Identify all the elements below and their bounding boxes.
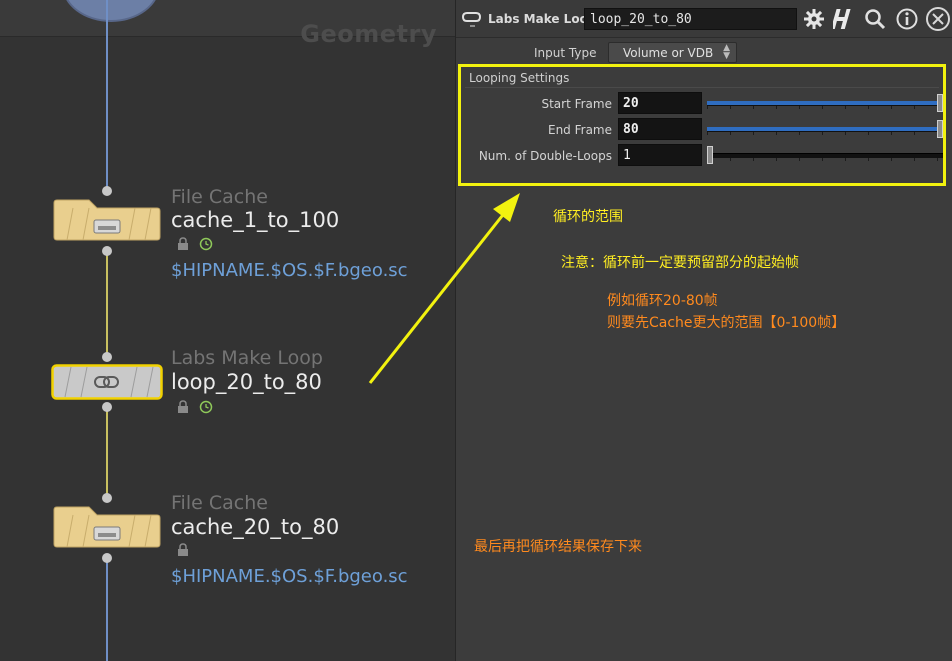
input-type-value: Volume or VDB [623, 46, 714, 60]
node-type-label: File Cache [171, 492, 268, 514]
looping-settings-title[interactable]: Looping Settings [469, 71, 569, 85]
file-cache-node-2[interactable] [53, 506, 161, 548]
disk-icon [93, 219, 121, 234]
start-frame-input[interactable] [618, 92, 702, 114]
wire-top [106, 0, 108, 190]
timedep-clock-icon [199, 400, 213, 414]
wire-loop-to-cache [106, 407, 108, 498]
gear-icon[interactable] [802, 7, 826, 31]
search-icon[interactable] [863, 7, 887, 31]
info-icon[interactable] [895, 7, 919, 31]
wire-bottom [106, 557, 108, 661]
slider-handle[interactable] [937, 120, 943, 138]
houdini-help-icon[interactable] [833, 6, 857, 32]
node-type-label: File Cache [171, 186, 268, 208]
node-name-input[interactable] [584, 8, 797, 30]
slider-handle[interactable] [937, 94, 943, 112]
lock-icon[interactable] [176, 543, 190, 557]
node3-output-port[interactable] [102, 553, 112, 563]
input-type-dropdown[interactable]: Volume or VDB ▲ ▼ [608, 42, 737, 63]
file-path-label: $HIPNAME.$OS.$F.bgeo.sc [171, 260, 408, 281]
divider [465, 87, 939, 88]
double-loops-slider[interactable] [707, 144, 943, 166]
make-loop-node[interactable] [51, 364, 163, 400]
start-frame-slider[interactable] [707, 92, 943, 114]
node2-output-port[interactable] [102, 402, 112, 412]
slider-fill [707, 127, 938, 131]
node-type-label: Labs Make Loop [488, 12, 597, 26]
node-name-label[interactable]: cache_20_to_80 [171, 515, 339, 539]
annotation-loop-range: 循环的范围 [553, 209, 623, 225]
input-type-label: Input Type [534, 46, 597, 60]
node2-input-port[interactable] [102, 352, 112, 362]
end-frame-label: End Frame [547, 123, 612, 137]
network-editor[interactable]: Geometry File Cache cache_1_to_100 $HIPN… [0, 0, 455, 661]
updown-arrow-icon: ▲ ▼ [723, 43, 730, 61]
parameter-header: Labs Make Loop [456, 0, 952, 38]
timedep-clock-icon [199, 237, 213, 251]
annotation-example-2: 则要先Cache更大的范围【0-100帧】 [607, 315, 846, 331]
start-frame-label: Start Frame [541, 97, 612, 111]
loop-icon[interactable] [461, 8, 483, 30]
folder-node-shape [53, 199, 161, 241]
node1-output-port[interactable] [102, 246, 112, 256]
wire-cache-to-loop [106, 250, 108, 356]
lock-icon[interactable] [176, 237, 190, 251]
node3-input-port[interactable] [102, 493, 112, 503]
node-name-label[interactable]: loop_20_to_80 [171, 370, 322, 394]
node-type-label: Labs Make Loop [171, 347, 323, 369]
slider-ticks [707, 132, 943, 135]
node1-input-port[interactable] [102, 186, 112, 196]
slider-handle[interactable] [707, 146, 713, 164]
double-loops-label: Num. of Double-Loops [478, 149, 612, 163]
slider-ticks [707, 106, 943, 109]
end-frame-slider[interactable] [707, 118, 943, 140]
network-context-label: Geometry [300, 20, 437, 48]
file-cache-node-1[interactable] [53, 199, 161, 241]
annotation-example-1: 例如循环20-80帧 [607, 293, 718, 309]
parameter-pane[interactable]: Labs Make Loop In [455, 0, 952, 661]
loop-node-shape [51, 364, 163, 400]
lock-icon[interactable] [176, 400, 190, 414]
annotation-notice: 注意：循环前一定要预留部分的起始帧 [561, 255, 799, 271]
looping-settings-folder: Looping Settings Start Frame End Frame N… [458, 64, 946, 186]
node-name-label[interactable]: cache_1_to_100 [171, 208, 339, 232]
close-icon[interactable] [926, 6, 950, 32]
disk-icon [93, 526, 121, 541]
slider-ticks [707, 158, 943, 161]
annotation-final: 最后再把循环结果保存下来 [474, 539, 642, 555]
slider-fill [707, 101, 938, 105]
folder-node-shape [53, 506, 161, 548]
file-path-label: $HIPNAME.$OS.$F.bgeo.sc [171, 566, 408, 587]
end-frame-input[interactable] [618, 118, 702, 140]
double-loops-input[interactable] [618, 144, 702, 166]
